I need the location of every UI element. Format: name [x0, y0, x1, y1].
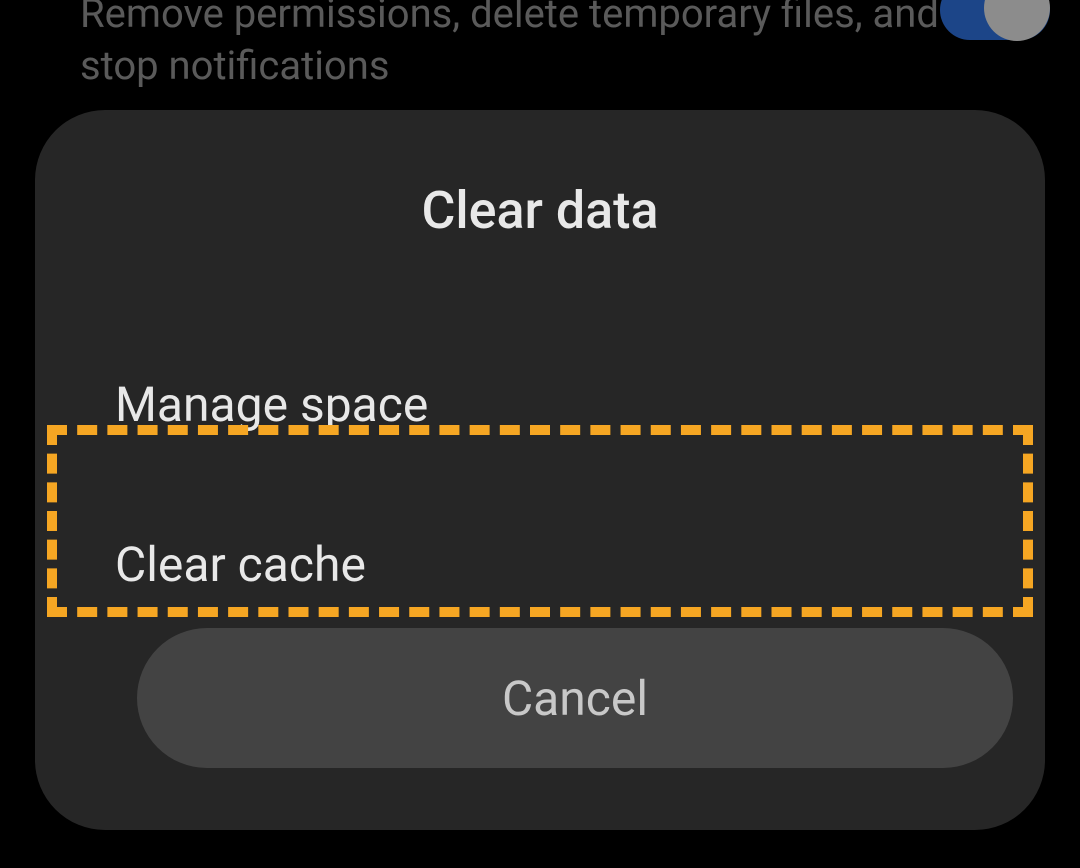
clear-data-dialog: Clear data Manage space Clear cache Canc…	[35, 110, 1045, 830]
manage-space-option[interactable]: Manage space	[35, 346, 1045, 463]
dialog-title: Clear data	[35, 180, 1045, 241]
cancel-button[interactable]: Cancel	[137, 628, 1013, 768]
clear-cache-option[interactable]: Clear cache	[35, 491, 1045, 638]
